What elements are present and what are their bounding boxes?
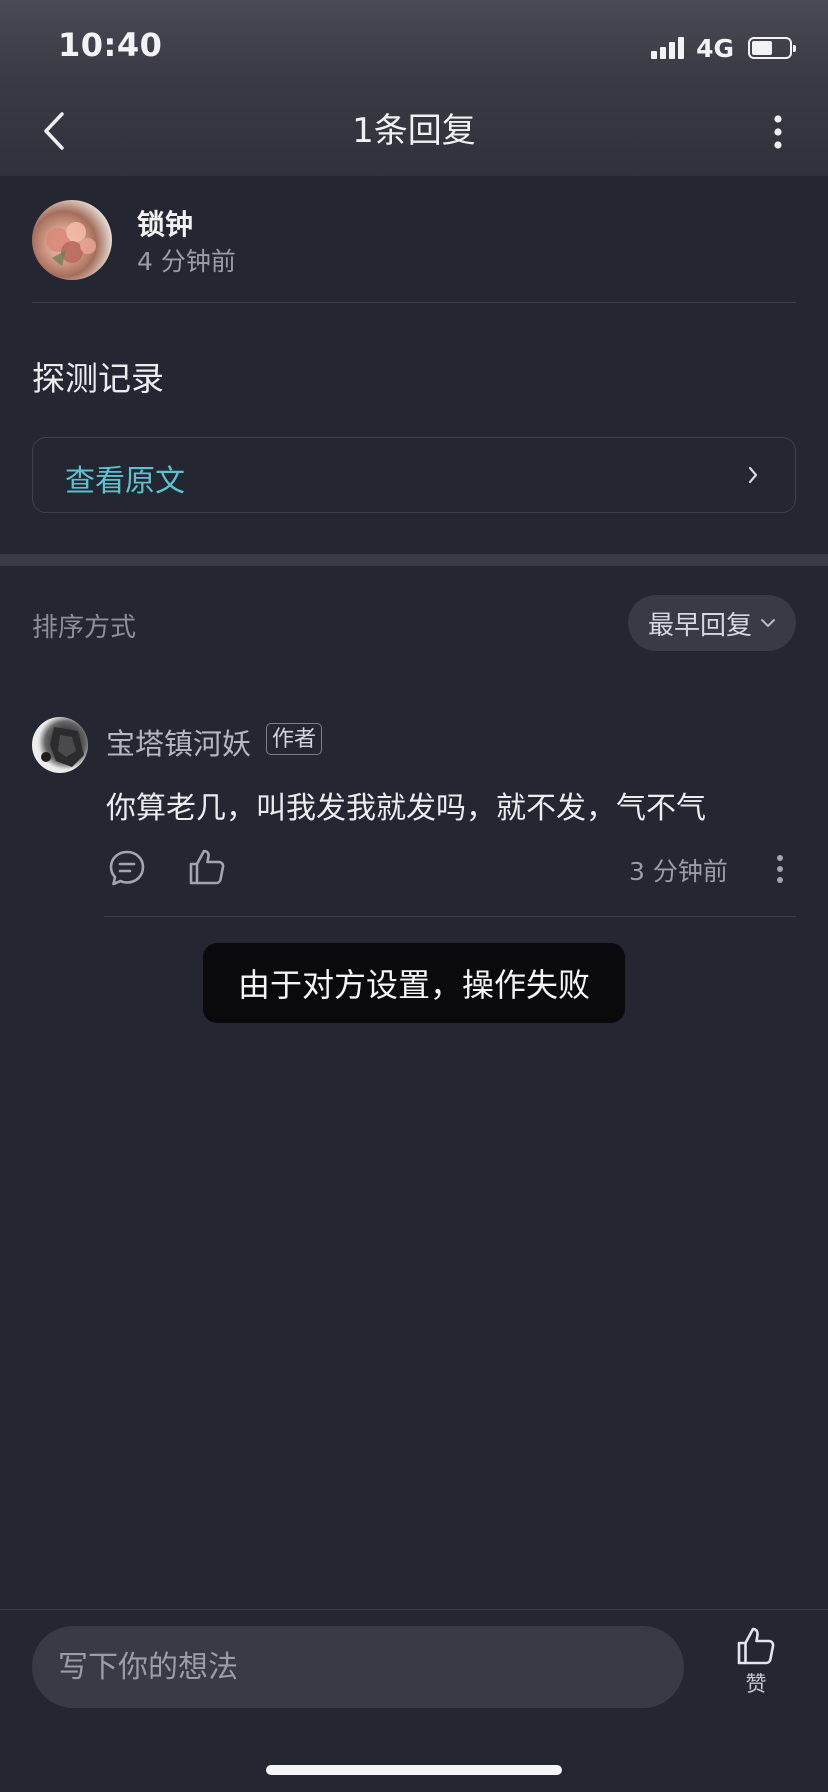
comment-input[interactable] <box>32 1626 684 1708</box>
divider <box>0 1609 828 1610</box>
commenter-avatar-icon <box>41 727 84 767</box>
divider <box>104 916 796 917</box>
comment-time: 3 分钟前 <box>629 857 728 886</box>
flower-avatar-icon <box>46 222 96 266</box>
chevron-right-icon <box>748 466 758 484</box>
post-time: 4 分钟前 <box>137 247 236 276</box>
divider <box>32 302 796 303</box>
chevron-down-icon <box>761 619 775 627</box>
more-vertical-icon[interactable] <box>775 854 785 884</box>
post-text: 探测记录 <box>32 359 164 398</box>
toast: 由于对方设置，操作失败 <box>203 943 625 1023</box>
view-original-label: 查看原文 <box>65 464 185 499</box>
section-separator <box>0 554 828 566</box>
comment-text: 你算老几，叫我发我就发吗，就不发，气不气 <box>106 791 706 826</box>
sort-label: 排序方式 <box>32 613 137 643</box>
more-vertical-icon[interactable] <box>772 114 784 150</box>
like-button[interactable]: 赞 <box>724 1626 788 1708</box>
network-label: 4G <box>696 33 734 63</box>
page-title: 1条回复 <box>352 111 476 151</box>
thumbs-up-icon[interactable] <box>188 848 226 886</box>
battery-icon <box>748 37 796 59</box>
toast-message: 由于对方设置，操作失败 <box>237 966 590 1004</box>
status-indicators: 4G <box>651 33 796 63</box>
author-name[interactable]: 锁钟 <box>137 203 193 243</box>
thumbs-up-icon <box>737 1627 775 1665</box>
status-time: 10:40 <box>58 26 163 64</box>
reply-bubble-icon[interactable] <box>108 849 146 887</box>
sort-dropdown[interactable]: 最早回复 <box>628 595 796 651</box>
signal-icon <box>651 37 685 59</box>
author-badge: 作者 <box>266 723 323 755</box>
home-indicator <box>266 1765 562 1775</box>
author-avatar[interactable] <box>32 200 112 280</box>
header: 10:40 4G 1条回复 <box>0 0 828 176</box>
view-original-button[interactable]: 查看原文 <box>32 437 796 513</box>
commenter-name[interactable]: 宝塔镇河妖 <box>106 721 251 763</box>
commenter-avatar[interactable] <box>32 717 88 773</box>
like-label: 赞 <box>745 1672 767 1696</box>
sort-selected-label: 最早回复 <box>647 610 752 641</box>
